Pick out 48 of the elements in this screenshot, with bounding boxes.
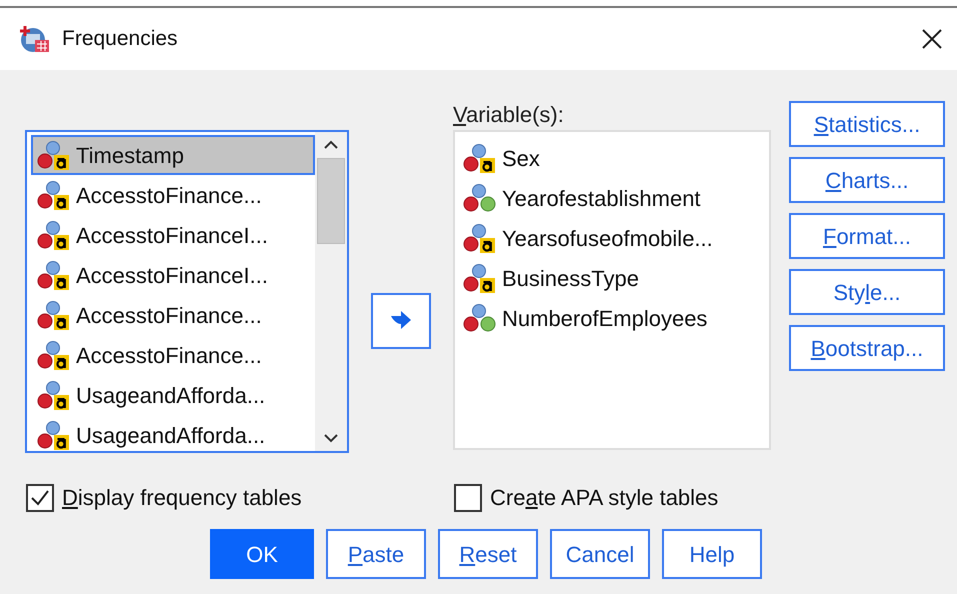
string-variable-icon (463, 223, 496, 253)
close-icon[interactable] (921, 28, 943, 50)
move-button[interactable] (371, 293, 431, 349)
window-title: Frequencies (62, 26, 178, 52)
dialog-button[interactable]: Bootstrap... (789, 325, 945, 371)
variable-list-item[interactable]: UsageandAfforda... (31, 375, 315, 415)
dialog-button[interactable]: Charts... (789, 157, 945, 203)
variable-list-item[interactable]: Timestamp (31, 135, 315, 175)
string-variable-icon (37, 420, 70, 450)
dialog-button[interactable]: Cancel (550, 529, 650, 579)
scrollbar[interactable] (315, 132, 347, 451)
variable-list-item[interactable]: AccesstoFinance... (31, 335, 315, 375)
string-variable-icon (463, 143, 496, 173)
string-variable-icon (37, 180, 70, 210)
numeric-variable-icon (463, 303, 496, 333)
variable-list-item[interactable]: Yearofestablishment (463, 178, 769, 218)
variable-list-item[interactable]: UsageandAfforda... (31, 415, 315, 451)
dialog-button[interactable]: Statistics... (789, 101, 945, 147)
app-icon (20, 25, 52, 53)
string-variable-icon (37, 300, 70, 330)
dialog-button[interactable]: Paste (326, 529, 426, 579)
string-variable-icon (37, 260, 70, 290)
string-variable-icon (37, 220, 70, 250)
variable-list-item[interactable]: AccesstoFinance... (31, 175, 315, 215)
variable-list-item[interactable]: NumberofEmployees (463, 298, 769, 338)
string-variable-icon (463, 263, 496, 293)
checkbox-label[interactable]: Create APA style tables (490, 481, 718, 514)
scroll-thumb[interactable] (317, 158, 345, 244)
variable-list-item[interactable]: BusinessType (463, 258, 769, 298)
dialog-button[interactable]: Help (662, 529, 762, 579)
ok-button[interactable]: OK (210, 529, 314, 579)
checkbox-label[interactable]: Display frequency tables (62, 481, 302, 514)
checkbox[interactable] (454, 484, 482, 512)
checkbox[interactable] (26, 484, 54, 512)
variable-list-item[interactable]: Yearsofuseofmobile... (463, 218, 769, 258)
variable-list-item[interactable]: AccesstoFinance... (31, 295, 315, 335)
dialog-button[interactable]: Format... (789, 213, 945, 259)
dialog-button[interactable]: Style... (789, 269, 945, 315)
string-variable-icon (37, 380, 70, 410)
variable-list-item[interactable]: Sex (463, 138, 769, 178)
arrow-icon (389, 310, 413, 332)
string-variable-icon (37, 340, 70, 370)
variable-list-item[interactable]: AccesstoFinanceI... (31, 255, 315, 295)
string-variable-icon (37, 140, 70, 170)
numeric-variable-icon (463, 183, 496, 213)
dialog-button[interactable]: Reset (438, 529, 538, 579)
variables-label: Variable(s): (453, 101, 565, 129)
variable-list-item[interactable]: AccesstoFinanceI... (31, 215, 315, 255)
